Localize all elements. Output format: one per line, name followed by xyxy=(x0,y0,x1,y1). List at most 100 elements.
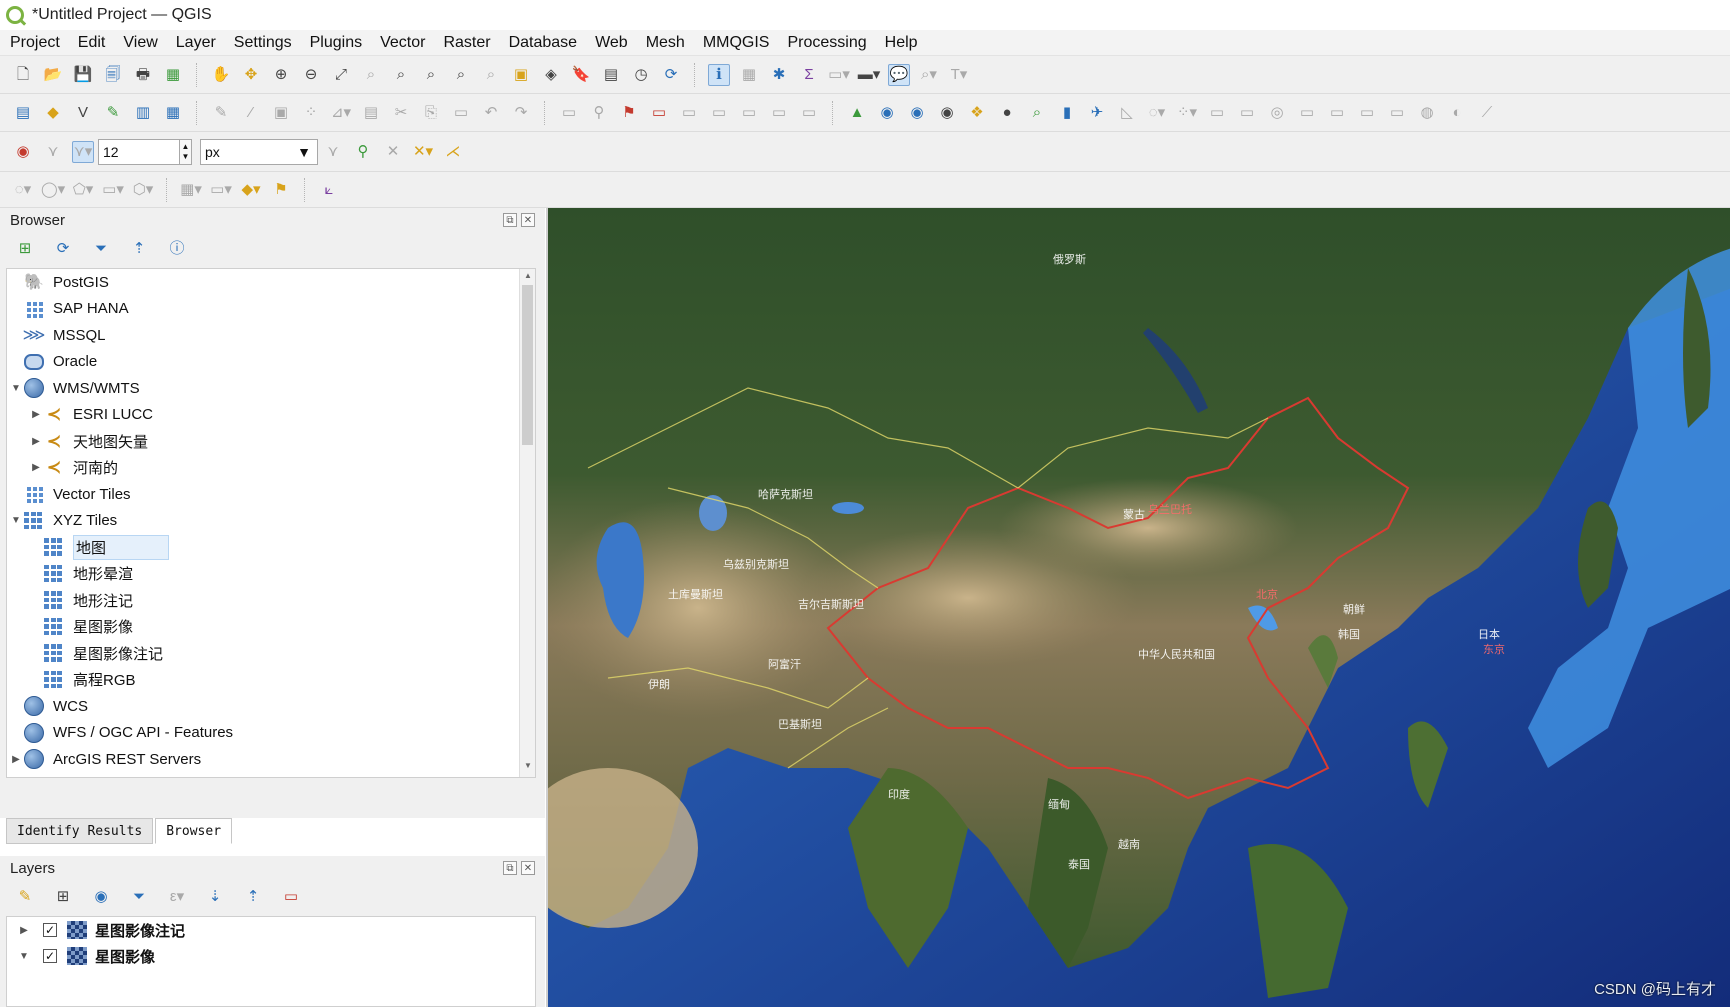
layer-row[interactable]: ▼ ✓ 星图影像 xyxy=(7,943,535,969)
layers-tree[interactable]: ▶ ✓ 星图影像注记 ▼ ✓ 星图影像 xyxy=(6,916,536,1007)
add-feature-icon[interactable]: ⁘ xyxy=(300,102,322,124)
scroll-down-icon[interactable]: ▼ xyxy=(520,761,535,775)
expand-arrow-icon[interactable]: ▶ xyxy=(29,409,43,420)
book-icon[interactable]: ▮ xyxy=(1056,102,1078,124)
browser-item[interactable]: WFS / OGC API - Features xyxy=(7,720,535,747)
snap-tracing-icon[interactable]: ✕▾ xyxy=(412,141,434,163)
reshape-icon[interactable]: ◍ xyxy=(1416,102,1438,124)
paint-icon[interactable]: ◆▾ xyxy=(240,179,262,201)
add-ring-icon[interactable]: ▭ xyxy=(1296,102,1318,124)
menu-view[interactable]: View xyxy=(123,34,157,52)
expand-arrow-icon[interactable]: ▶ xyxy=(9,754,23,765)
split-icon[interactable]: ⟋ xyxy=(1476,102,1498,124)
browser-item[interactable]: Vector Tiles xyxy=(7,481,535,508)
label-flag-icon[interactable]: ⚑ xyxy=(270,179,292,201)
expand-arrow-icon[interactable]: ▶ xyxy=(29,436,43,447)
visibility-icon[interactable]: ◉ xyxy=(90,885,112,907)
circle-add-icon[interactable]: ◯▾ xyxy=(41,179,65,201)
label-move-icon[interactable]: ▭ xyxy=(648,102,670,124)
save-project-icon[interactable]: 💾 xyxy=(72,64,94,86)
pin-label-icon[interactable]: ⚲ xyxy=(588,102,610,124)
menu-project[interactable]: Project xyxy=(10,34,60,52)
highlight-label-icon[interactable]: ⚑ xyxy=(618,102,640,124)
add-part-icon[interactable]: ▭ xyxy=(1326,102,1348,124)
add-vector-icon[interactable]: ✎ xyxy=(102,102,124,124)
browser-item[interactable]: ▼ WMS/WMTS xyxy=(7,375,535,402)
browser-item[interactable]: WCS xyxy=(7,693,535,720)
browser-item[interactable]: ⋙ MSSQL xyxy=(7,322,535,349)
regular-polygon-icon[interactable]: ⬡▾ xyxy=(132,179,154,201)
refresh-icon[interactable]: ⟳ xyxy=(52,237,74,259)
snap-avoid-icon[interactable]: ✕ xyxy=(382,141,404,163)
browser-item[interactable]: 星图影像 xyxy=(7,614,535,641)
fill-ring-icon[interactable]: ▭ xyxy=(1356,102,1378,124)
cut-icon[interactable]: ✂ xyxy=(390,102,412,124)
shape-add-icon[interactable]: ◌▾ xyxy=(12,179,34,201)
chart-icon[interactable]: ⟀ xyxy=(318,179,340,201)
redo-icon[interactable]: ↷ xyxy=(510,102,532,124)
tab-browser[interactable]: Browser xyxy=(155,818,233,844)
polygon-add-icon[interactable]: ⬠▾ xyxy=(72,179,94,201)
label-show-icon[interactable]: ▭ xyxy=(738,102,760,124)
rectangle-add-icon[interactable]: ▭▾ xyxy=(102,179,124,201)
layer-row[interactable]: ▶ ✓ 星图影像注记 xyxy=(7,917,535,943)
style-icon[interactable]: ✎ xyxy=(14,885,36,907)
menu-layer[interactable]: Layer xyxy=(176,34,216,52)
zoom-to-selection-icon[interactable]: ⌕ xyxy=(360,64,382,86)
float-panel-icon[interactable]: ⧉ xyxy=(503,213,517,227)
add-group-icon[interactable]: ⊞ xyxy=(52,885,74,907)
snap-segment-icon[interactable]: ⋎▾ xyxy=(72,140,94,163)
measure-line-icon[interactable]: ▬▾ xyxy=(858,64,881,86)
earth-icon[interactable]: ● xyxy=(996,102,1018,124)
browser-item[interactable]: 🐘 PostGIS xyxy=(7,269,535,296)
data-source-manager-icon[interactable]: ▤ xyxy=(12,102,34,124)
text-annotation-icon[interactable]: T▾ xyxy=(948,64,970,86)
advanced-edit-icon[interactable]: ▭ xyxy=(1206,102,1228,124)
new-3d-view-icon[interactable]: ◈ xyxy=(540,64,562,86)
menu-settings[interactable]: Settings xyxy=(234,34,292,52)
browser-item[interactable]: 地形晕渲 xyxy=(7,561,535,588)
layout-manager-icon[interactable]: ▦ xyxy=(162,64,184,86)
scroll-up-icon[interactable]: ▲ xyxy=(520,271,535,285)
collapse-arrow-icon[interactable]: ▼ xyxy=(17,951,31,962)
menu-raster[interactable]: Raster xyxy=(443,34,490,52)
plugin-globe-icon[interactable]: ◉ xyxy=(936,102,958,124)
pan-to-selection-icon[interactable]: ✥ xyxy=(240,64,262,86)
feature-table-icon[interactable]: ▦▾ xyxy=(180,179,202,201)
collapse-icon[interactable]: ⇡ xyxy=(242,885,264,907)
new-geopackage-icon[interactable]: ◆ xyxy=(42,102,64,124)
browser-item[interactable]: SAP HANA xyxy=(7,296,535,323)
wms-globe-icon[interactable]: ◉ xyxy=(876,102,898,124)
snap-self-icon[interactable]: ⋌ xyxy=(442,141,464,163)
search-plugin-icon[interactable]: ⌕ xyxy=(1026,102,1048,124)
expand-icon[interactable]: ⇣ xyxy=(204,885,226,907)
shape-tools-icon[interactable]: ◌▾ xyxy=(1146,102,1168,124)
save-edits-icon[interactable]: ▣ xyxy=(270,102,292,124)
browser-item[interactable]: 地图 xyxy=(7,534,535,561)
menu-help[interactable]: Help xyxy=(885,34,918,52)
python-icon[interactable]: ❖ xyxy=(966,102,988,124)
browser-tree[interactable]: 🐘 PostGIS SAP HANA ⋙ MSSQL Oracle ▼ WMS/WMTS ▶ ≺ E… xyxy=(6,268,536,778)
map-tips-icon[interactable]: 💬 xyxy=(888,63,910,86)
browser-item[interactable]: 地形注记 xyxy=(7,587,535,614)
label-style-icon[interactable]: ▭ xyxy=(768,102,790,124)
statistics-icon[interactable]: Σ xyxy=(798,64,820,86)
snap-vertex-icon[interactable]: ⋎ xyxy=(42,141,64,163)
menu-mmqgis[interactable]: MMQGIS xyxy=(703,34,770,52)
snap-tolerance-stepper[interactable]: ▲ ▼ xyxy=(180,138,192,165)
zoom-native-icon[interactable]: ⌕ xyxy=(420,64,442,86)
label-extra-icon[interactable]: ▭ xyxy=(798,102,820,124)
snap-tolerance-input[interactable]: 12 xyxy=(98,138,180,165)
browser-item[interactable]: 星图影像注记 xyxy=(7,640,535,667)
temporal-controller-icon[interactable]: ◷ xyxy=(630,64,652,86)
browser-item[interactable]: ▶ ≺ 河南的 xyxy=(7,455,535,482)
bookmark-new-icon[interactable]: 🔖 xyxy=(570,64,592,86)
save-as-icon[interactable]: 🗐 xyxy=(102,64,124,86)
expression-icon[interactable]: ε▾ xyxy=(166,885,188,907)
browser-scrollbar[interactable]: ▲ ▼ xyxy=(519,269,535,777)
label-change-icon[interactable]: ▭ xyxy=(708,102,730,124)
simplify-icon[interactable]: ◎ xyxy=(1266,102,1288,124)
add-raster-icon[interactable]: ▥ xyxy=(132,102,154,124)
filter-icon[interactable]: ⏷ xyxy=(90,237,112,259)
tab-identify-results[interactable]: Identify Results xyxy=(6,818,154,844)
